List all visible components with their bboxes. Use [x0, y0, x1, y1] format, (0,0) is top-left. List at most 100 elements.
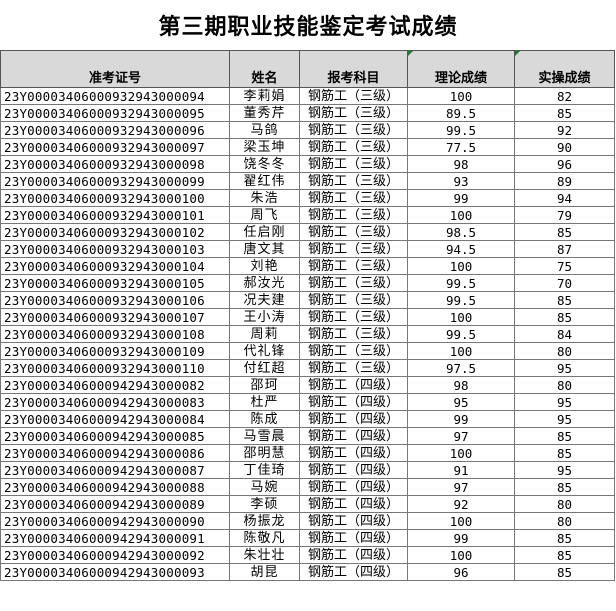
cell-theory-score[interactable]: 97 [407, 427, 515, 445]
cell-exam-id[interactable]: 23Y00003406000942943000088 [0, 478, 230, 496]
cell-theory-score[interactable]: 100 [407, 512, 515, 530]
header-cell-subject[interactable]: 报考科目 [299, 50, 408, 88]
cell-name[interactable]: 付红超 [229, 359, 300, 377]
cell-name[interactable]: 郝汝光 [229, 274, 300, 292]
cell-practice-score[interactable]: 84 [514, 325, 615, 343]
cell-practice-score[interactable]: 92 [514, 121, 615, 139]
cell-theory-score[interactable]: 99 [407, 529, 515, 547]
cell-name[interactable]: 丁佳琦 [229, 461, 300, 479]
cell-subject[interactable]: 钢筋工（四级） [299, 393, 408, 411]
cell-name[interactable]: 朱壮壮 [229, 546, 300, 564]
cell-exam-id[interactable]: 23Y00003406000942943000089 [0, 495, 230, 513]
cell-exam-id[interactable]: 23Y00003406000932943000108 [0, 325, 230, 343]
cell-subject[interactable]: 钢筋工（三级） [299, 206, 408, 224]
cell-subject[interactable]: 钢筋工（三级） [299, 342, 408, 360]
cell-subject[interactable]: 钢筋工（四级） [299, 444, 408, 462]
cell-subject[interactable]: 钢筋工（四级） [299, 410, 408, 428]
cell-theory-score[interactable]: 92 [407, 495, 515, 513]
cell-subject[interactable]: 钢筋工（三级） [299, 257, 408, 275]
cell-theory-score[interactable]: 97.5 [407, 359, 515, 377]
cell-theory-score[interactable]: 94.5 [407, 240, 515, 258]
cell-subject[interactable]: 钢筋工（三级） [299, 291, 408, 309]
cell-name[interactable]: 马鸽 [229, 121, 300, 139]
cell-practice-score[interactable]: 80 [514, 495, 615, 513]
cell-practice-score[interactable]: 95 [514, 410, 615, 428]
cell-exam-id[interactable]: 23Y00003406000932943000100 [0, 189, 230, 207]
cell-exam-id[interactable]: 23Y00003406000932943000109 [0, 342, 230, 360]
cell-theory-score[interactable]: 100 [407, 546, 515, 564]
cell-subject[interactable]: 钢筋工（三级） [299, 223, 408, 241]
header-cell-practice[interactable]: 实操成绩 [514, 50, 615, 88]
cell-theory-score[interactable]: 97 [407, 478, 515, 496]
cell-practice-score[interactable]: 79 [514, 206, 615, 224]
cell-name[interactable]: 邵珂 [229, 376, 300, 394]
cell-subject[interactable]: 钢筋工（三级） [299, 87, 408, 105]
header-cell-id[interactable]: 准考证号 [0, 50, 230, 88]
cell-theory-score[interactable]: 99 [407, 410, 515, 428]
cell-name[interactable]: 周莉 [229, 325, 300, 343]
cell-subject[interactable]: 钢筋工（三级） [299, 308, 408, 326]
cell-practice-score[interactable]: 85 [514, 563, 615, 581]
cell-name[interactable]: 陈成 [229, 410, 300, 428]
cell-name[interactable]: 李莉娟 [229, 87, 300, 105]
cell-theory-score[interactable]: 100 [407, 87, 515, 105]
cell-subject[interactable]: 钢筋工（三级） [299, 172, 408, 190]
cell-exam-id[interactable]: 23Y00003406000942943000085 [0, 427, 230, 445]
cell-practice-score[interactable]: 90 [514, 138, 615, 156]
cell-practice-score[interactable]: 87 [514, 240, 615, 258]
cell-name[interactable]: 唐文其 [229, 240, 300, 258]
cell-exam-id[interactable]: 23Y00003406000942943000092 [0, 546, 230, 564]
cell-practice-score[interactable]: 85 [514, 478, 615, 496]
cell-subject[interactable]: 钢筋工（四级） [299, 512, 408, 530]
cell-practice-score[interactable]: 95 [514, 393, 615, 411]
cell-theory-score[interactable]: 98 [407, 155, 515, 173]
cell-name[interactable]: 董秀芹 [229, 104, 300, 122]
cell-exam-id[interactable]: 23Y00003406000942943000083 [0, 393, 230, 411]
cell-exam-id[interactable]: 23Y00003406000942943000090 [0, 512, 230, 530]
cell-name[interactable]: 周飞 [229, 206, 300, 224]
cell-theory-score[interactable]: 100 [407, 342, 515, 360]
cell-exam-id[interactable]: 23Y00003406000932943000097 [0, 138, 230, 156]
cell-name[interactable]: 朱浩 [229, 189, 300, 207]
cell-exam-id[interactable]: 23Y00003406000932943000110 [0, 359, 230, 377]
cell-subject[interactable]: 钢筋工（四级） [299, 427, 408, 445]
cell-exam-id[interactable]: 23Y00003406000932943000098 [0, 155, 230, 173]
cell-name[interactable]: 陈敬凡 [229, 529, 300, 547]
cell-practice-score[interactable]: 85 [514, 546, 615, 564]
cell-subject[interactable]: 钢筋工（三级） [299, 104, 408, 122]
cell-exam-id[interactable]: 23Y00003406000932943000101 [0, 206, 230, 224]
cell-theory-score[interactable]: 93 [407, 172, 515, 190]
cell-subject[interactable]: 钢筋工（四级） [299, 478, 408, 496]
cell-practice-score[interactable]: 94 [514, 189, 615, 207]
cell-subject[interactable]: 钢筋工（三级） [299, 189, 408, 207]
cell-practice-score[interactable]: 85 [514, 104, 615, 122]
cell-name[interactable]: 王小涛 [229, 308, 300, 326]
cell-theory-score[interactable]: 89.5 [407, 104, 515, 122]
cell-theory-score[interactable]: 100 [407, 308, 515, 326]
cell-practice-score[interactable]: 80 [514, 512, 615, 530]
cell-subject[interactable]: 钢筋工（三级） [299, 155, 408, 173]
cell-subject[interactable]: 钢筋工（四级） [299, 529, 408, 547]
cell-theory-score[interactable]: 99.5 [407, 274, 515, 292]
cell-practice-score[interactable]: 95 [514, 461, 615, 479]
cell-name[interactable]: 邵明慧 [229, 444, 300, 462]
cell-name[interactable]: 况夫建 [229, 291, 300, 309]
cell-subject[interactable]: 钢筋工（四级） [299, 563, 408, 581]
cell-exam-id[interactable]: 23Y00003406000942943000091 [0, 529, 230, 547]
cell-name[interactable]: 代礼锋 [229, 342, 300, 360]
cell-subject[interactable]: 钢筋工（三级） [299, 325, 408, 343]
cell-subject[interactable]: 钢筋工（三级） [299, 240, 408, 258]
cell-name[interactable]: 杜严 [229, 393, 300, 411]
cell-theory-score[interactable]: 77.5 [407, 138, 515, 156]
cell-name[interactable]: 饶冬冬 [229, 155, 300, 173]
cell-exam-id[interactable]: 23Y00003406000932943000105 [0, 274, 230, 292]
cell-theory-score[interactable]: 95 [407, 393, 515, 411]
cell-practice-score[interactable]: 80 [514, 342, 615, 360]
cell-subject[interactable]: 钢筋工（三级） [299, 121, 408, 139]
cell-name[interactable]: 梁玉坤 [229, 138, 300, 156]
cell-exam-id[interactable]: 23Y00003406000942943000082 [0, 376, 230, 394]
cell-theory-score[interactable]: 99.5 [407, 121, 515, 139]
cell-subject[interactable]: 钢筋工（三级） [299, 274, 408, 292]
cell-practice-score[interactable]: 96 [514, 155, 615, 173]
cell-exam-id[interactable]: 23Y00003406000932943000103 [0, 240, 230, 258]
